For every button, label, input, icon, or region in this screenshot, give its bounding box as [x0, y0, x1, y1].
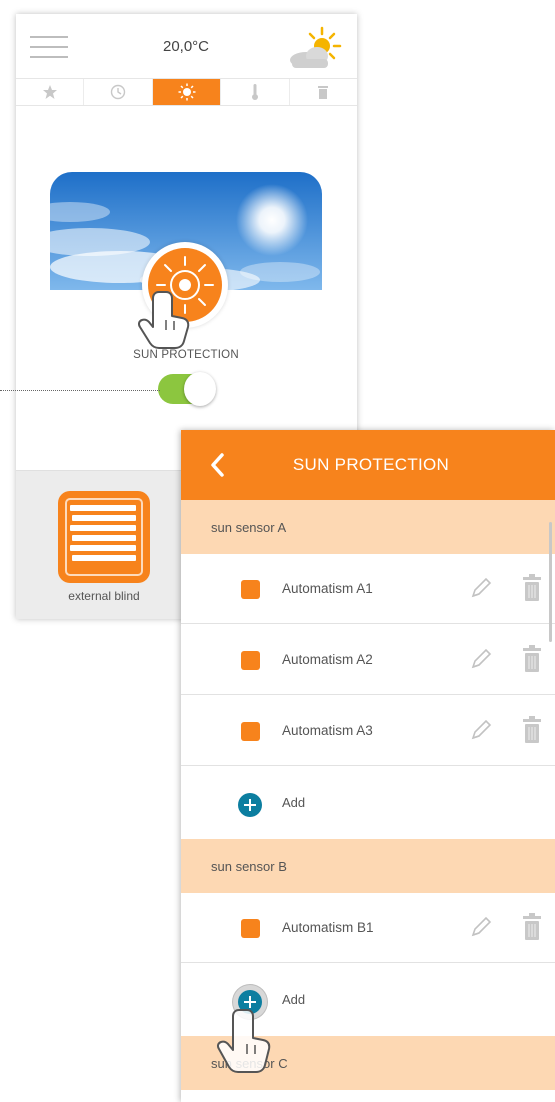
- automatism-color-marker: [241, 919, 260, 938]
- automatism-row[interactable]: Automatism B1: [181, 893, 555, 963]
- plus-circle-icon: [238, 793, 262, 817]
- pencil-icon[interactable]: [469, 718, 493, 742]
- top-bar: 20,0°C: [16, 14, 357, 78]
- scrollbar[interactable]: [549, 522, 552, 642]
- add-automatism-button-b[interactable]: Add: [181, 965, 555, 1035]
- sun-protection-icon: [148, 248, 222, 322]
- trash-icon[interactable]: [521, 574, 543, 602]
- section-header-sensor-b: sun sensor B: [181, 839, 555, 893]
- temperature-readout: 20,0°C: [162, 38, 210, 55]
- toggle-knob: [184, 372, 216, 406]
- automatism-row[interactable]: Automatism A2: [181, 625, 555, 695]
- pencil-icon[interactable]: [469, 576, 493, 600]
- trash-icon: [318, 86, 329, 99]
- tab-favorites[interactable]: [16, 79, 83, 105]
- automatism-name: Automatism B1: [282, 920, 374, 935]
- section-title: sun sensor A: [211, 520, 287, 535]
- blind-icon: [58, 491, 150, 583]
- automatism-row[interactable]: Automatism A1: [181, 554, 555, 624]
- section-header-sensor-c: sun sensor C: [181, 1036, 555, 1090]
- connector-line: [0, 390, 160, 391]
- trash-icon[interactable]: [521, 716, 543, 744]
- pencil-icon[interactable]: [469, 647, 493, 671]
- automatism-name: Automatism A3: [282, 723, 373, 738]
- plus-circle-icon: [238, 990, 262, 1014]
- thermometer-icon: [251, 84, 258, 100]
- hamburger-icon[interactable]: [30, 36, 68, 58]
- automatism-name: Automatism A1: [282, 581, 373, 596]
- pencil-icon[interactable]: [469, 915, 493, 939]
- add-label: Add: [282, 795, 306, 810]
- automatism-color-marker: [241, 580, 260, 599]
- sun-protection-screen: SUN PROTECTION sun sensor A Automatism A…: [181, 430, 555, 1102]
- sun-icon: [178, 83, 196, 101]
- tab-temperature[interactable]: [220, 79, 288, 105]
- page-title: SUN PROTECTION: [292, 455, 450, 474]
- section-title: sun sensor B: [211, 859, 287, 874]
- sun-protection-toggle[interactable]: [158, 372, 216, 406]
- clock-icon: [110, 84, 126, 100]
- device-label: external blind: [68, 589, 140, 603]
- section-title: sun sensor C: [211, 1056, 288, 1071]
- tab-bar: [16, 78, 357, 106]
- add-automatism-button-a[interactable]: Add: [181, 768, 555, 838]
- tab-sun[interactable]: [151, 79, 221, 105]
- chevron-left-icon[interactable]: [203, 450, 233, 480]
- header-bar: SUN PROTECTION: [181, 430, 555, 500]
- sun-protection-label: SUN PROTECTION: [133, 349, 239, 361]
- sun-cloud-icon: [290, 26, 342, 68]
- automatism-color-marker: [241, 722, 260, 741]
- automatism-row[interactable]: Automatism A3: [181, 696, 555, 766]
- sun-protection-button[interactable]: [142, 242, 228, 328]
- add-label: Add: [282, 992, 306, 1007]
- automatism-color-marker: [241, 651, 260, 670]
- trash-icon[interactable]: [521, 645, 543, 673]
- star-icon: [42, 85, 57, 99]
- tab-delete[interactable]: [288, 79, 357, 105]
- section-header-sensor-a: sun sensor A: [181, 500, 555, 554]
- device-external-blind[interactable]: external blind: [44, 491, 164, 603]
- automatism-name: Automatism A2: [282, 652, 373, 667]
- tab-timer[interactable]: [83, 79, 151, 105]
- trash-icon[interactable]: [521, 913, 543, 941]
